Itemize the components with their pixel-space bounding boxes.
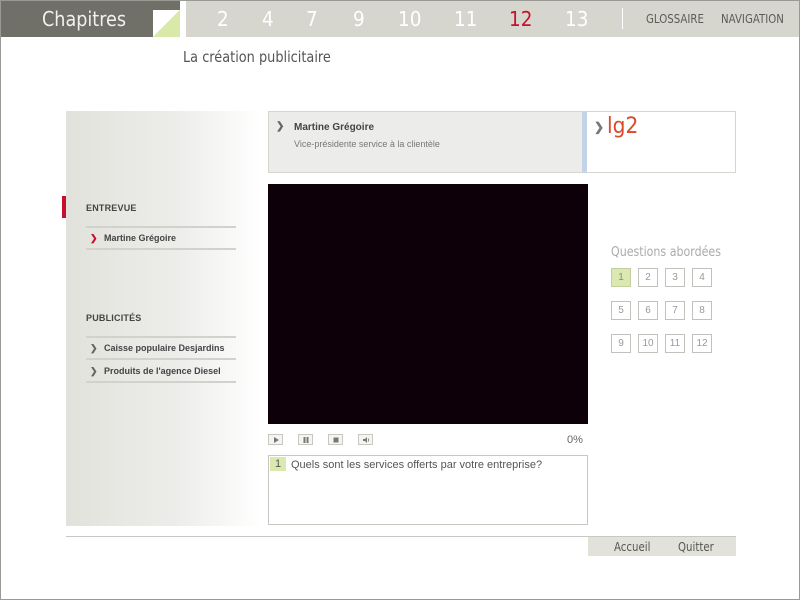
- sidebar-item-label: Produits de l'agence Diesel: [104, 366, 221, 376]
- chapter-link-10[interactable]: 10: [398, 7, 421, 31]
- chapter-link-9[interactable]: 9: [353, 7, 365, 31]
- play-button[interactable]: [268, 434, 283, 445]
- chevron-right-icon: ❯: [90, 366, 98, 376]
- chapter-link-11[interactable]: 11: [454, 7, 477, 31]
- chapter-link-4[interactable]: 4: [262, 7, 274, 31]
- chapters-title: Chapitres: [42, 7, 127, 31]
- pause-button[interactable]: [298, 434, 313, 445]
- header-separator: [180, 0, 186, 37]
- stop-button[interactable]: [328, 434, 343, 445]
- video-progress-label: 0%: [567, 434, 583, 446]
- question-button-1[interactable]: 1: [611, 268, 631, 287]
- question-button-4[interactable]: 4: [692, 268, 712, 287]
- chapter-link-7[interactable]: 7: [306, 7, 318, 31]
- question-button-8[interactable]: 8: [692, 301, 712, 320]
- sidebar-item-label: Martine Grégoire: [104, 233, 177, 243]
- chevron-right-icon: ❯: [276, 121, 285, 132]
- speaker-name: Martine Grégoire: [294, 122, 375, 133]
- sidebar-divider: [86, 381, 236, 383]
- question-button-5[interactable]: 5: [611, 301, 631, 320]
- interview-heading: ENTREVUE: [86, 203, 137, 213]
- chapters-corner-decoration: [153, 10, 180, 37]
- sidebar-item-agence-diesel[interactable]: ❯ Produits de l'agence Diesel: [86, 361, 236, 381]
- questions-panel-title: Questions abordées: [611, 245, 721, 260]
- quit-link[interactable]: Quitter: [678, 540, 714, 554]
- header-divider: [622, 8, 623, 29]
- question-button-9[interactable]: 9: [611, 334, 631, 353]
- question-text: Quels sont les services offerts par votr…: [291, 459, 543, 471]
- sidebar-divider: [86, 358, 236, 360]
- glossary-link[interactable]: GLOSSAIRE: [646, 12, 704, 26]
- agency-logo[interactable]: lg2: [607, 114, 638, 139]
- sidebar-divider: [86, 248, 236, 250]
- speaker-role: Vice-présidente service à la clientèle: [294, 139, 440, 149]
- sidebar-item-label: Caisse populaire Desjardins: [104, 343, 225, 353]
- question-button-2[interactable]: 2: [638, 268, 658, 287]
- volume-button[interactable]: [358, 434, 373, 445]
- chapter-link-2[interactable]: 2: [217, 7, 229, 31]
- home-link[interactable]: Accueil: [614, 540, 650, 554]
- question-button-6[interactable]: 6: [638, 301, 658, 320]
- chevron-right-icon: ❯: [594, 120, 605, 134]
- question-button-12[interactable]: 12: [692, 334, 712, 353]
- question-button-7[interactable]: 7: [665, 301, 685, 320]
- sidebar-item-caisse-populaire[interactable]: ❯ Caisse populaire Desjardins: [86, 338, 236, 358]
- active-section-marker: [62, 196, 66, 218]
- chapter-link-12[interactable]: 12: [509, 7, 532, 31]
- video-player[interactable]: [268, 184, 588, 424]
- play-icon: [274, 437, 279, 443]
- chevron-right-icon: ❯: [90, 343, 98, 353]
- question-button-10[interactable]: 10: [638, 334, 658, 353]
- sidebar-item-martine-gregoire[interactable]: ❯ Martine Grégoire: [86, 228, 236, 248]
- question-number: 1: [270, 457, 286, 471]
- pause-icon: [303, 437, 309, 443]
- volume-icon: [363, 437, 370, 443]
- navigation-link[interactable]: NAVIGATION: [721, 12, 784, 26]
- question-button-3[interactable]: 3: [665, 268, 685, 287]
- ads-heading: PUBLICITÉS: [86, 313, 142, 323]
- question-button-11[interactable]: 11: [665, 334, 685, 353]
- chevron-right-icon: ❯: [90, 233, 98, 243]
- page-title: La création publicitaire: [183, 48, 331, 66]
- stop-icon: [333, 437, 339, 443]
- chapter-link-13[interactable]: 13: [565, 7, 588, 31]
